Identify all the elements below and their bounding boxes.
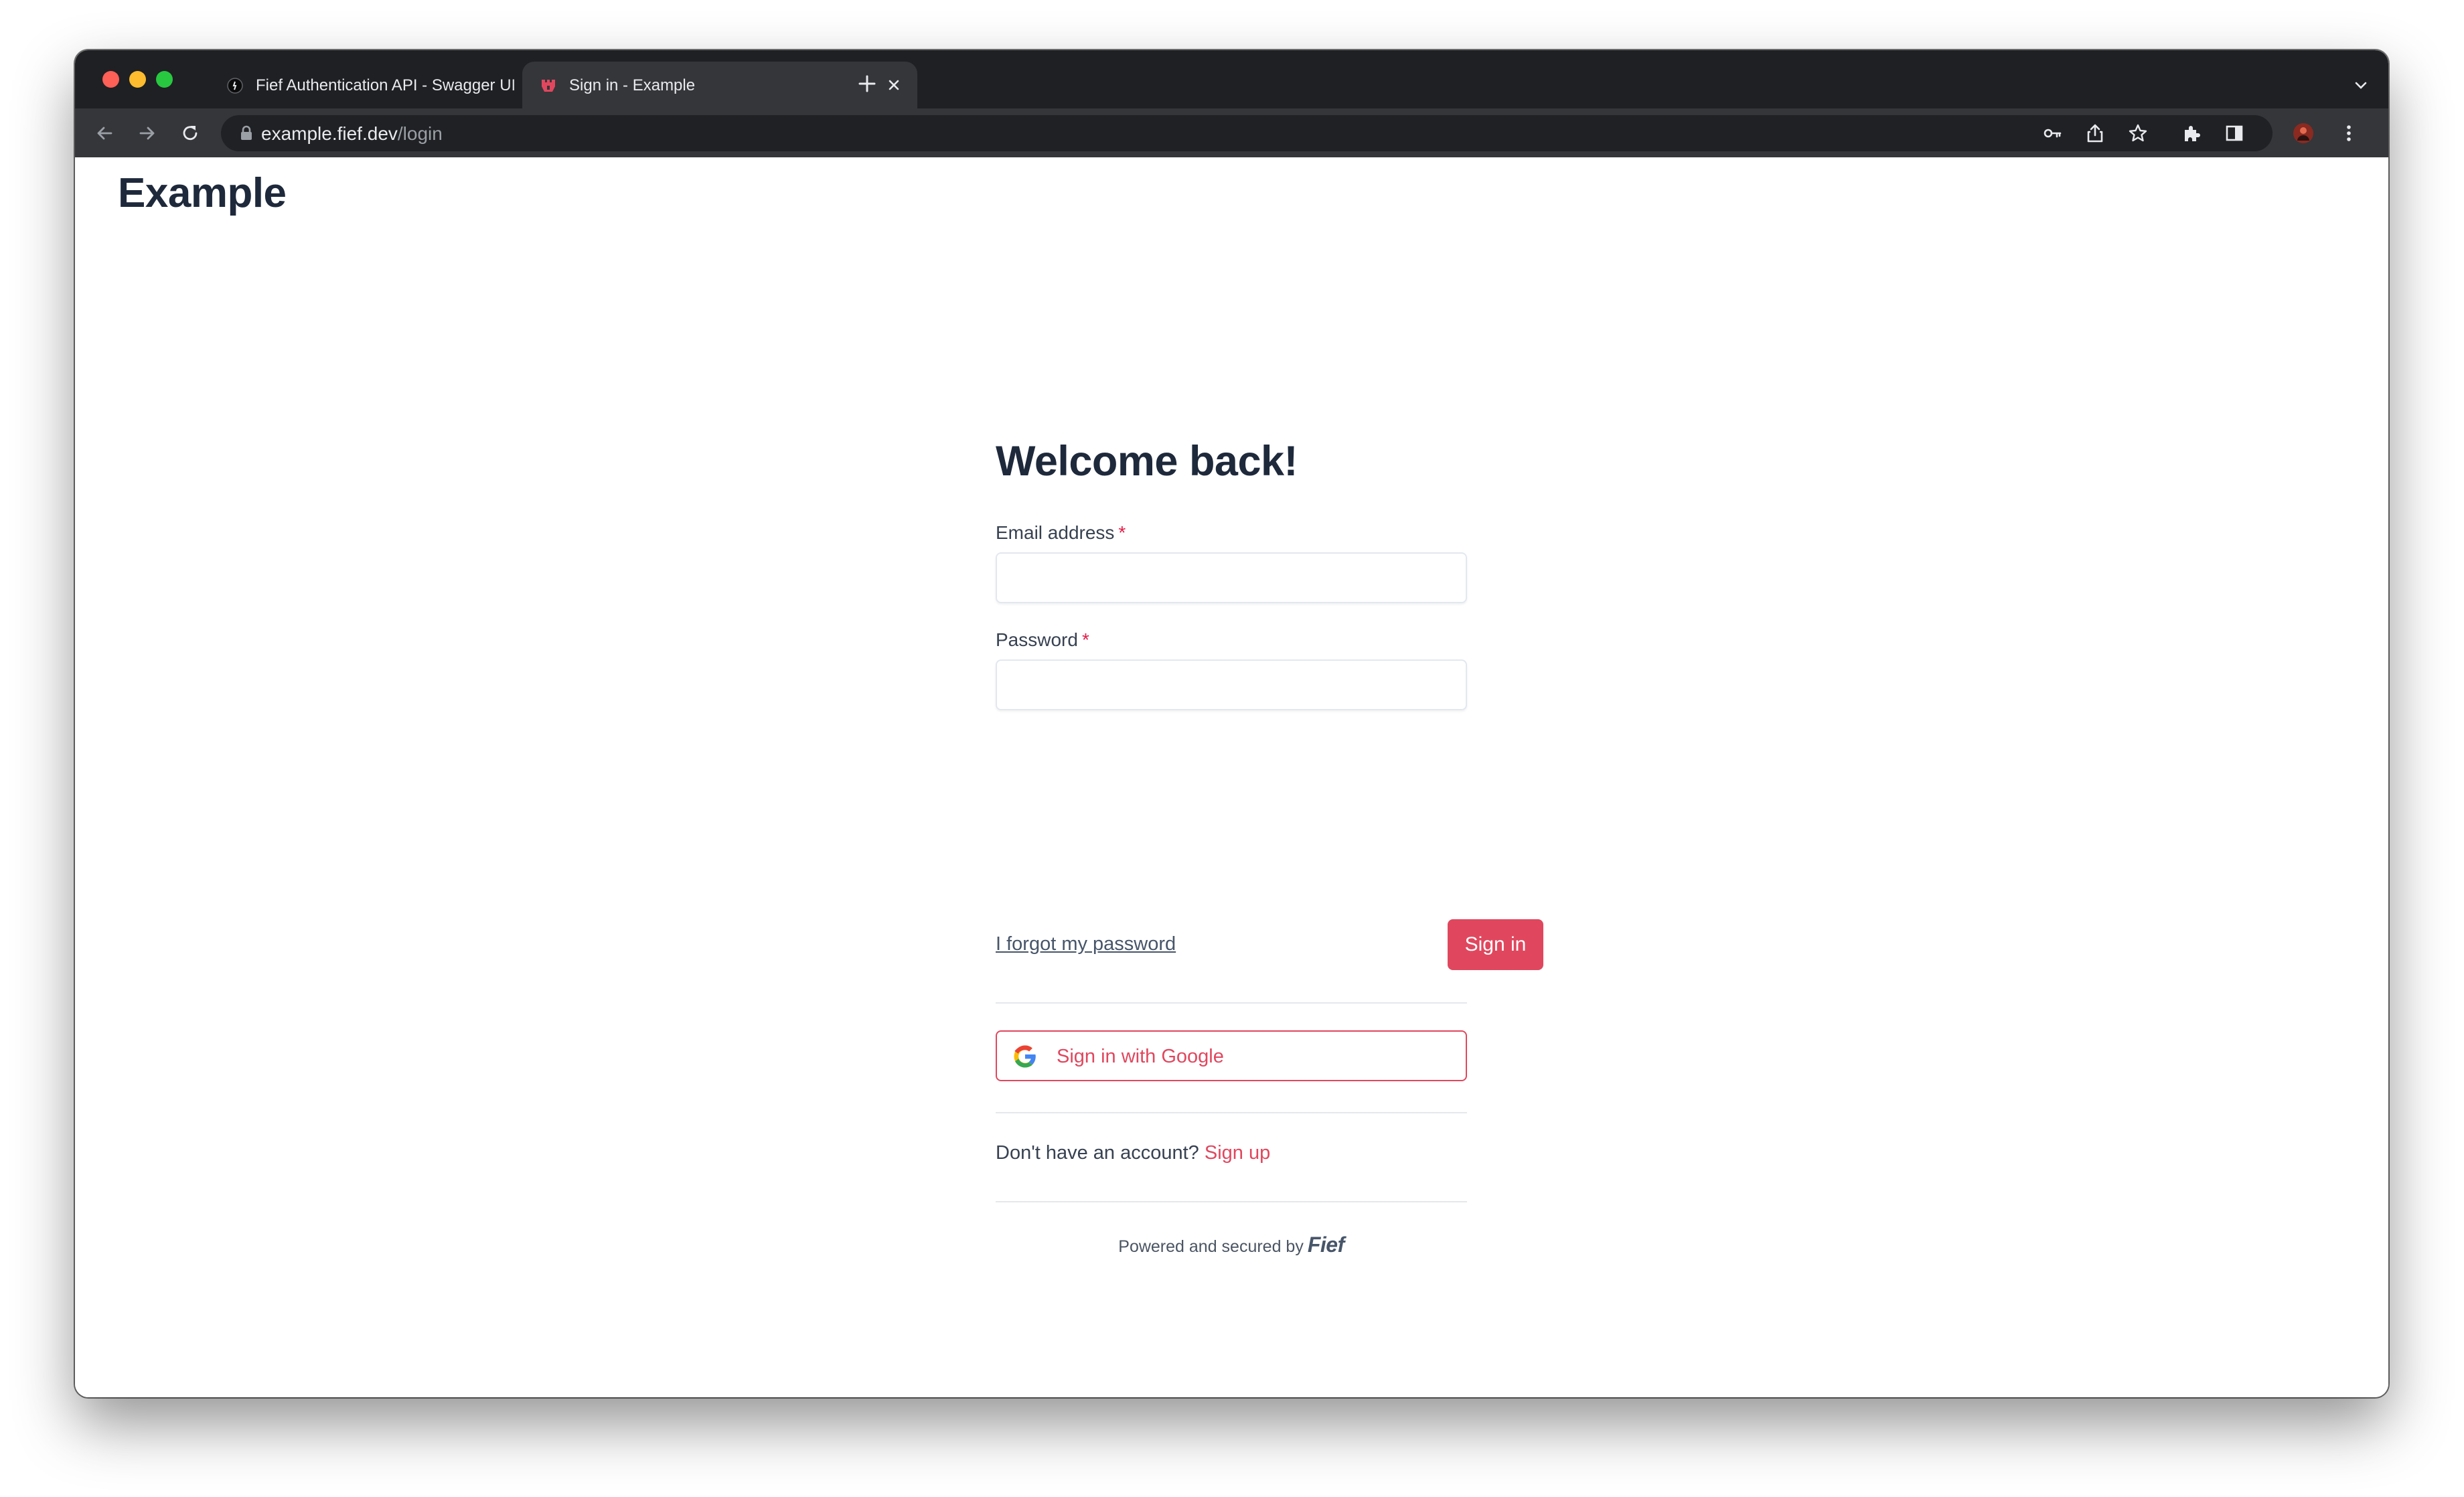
site-title: Example [118,170,287,216]
address-bar[interactable]: example.fief.dev/login [221,115,2273,151]
email-label-text: Email address [996,522,1115,543]
url-text[interactable]: example.fief.dev/login [261,123,443,145]
tab-title: Fief Authentication API - Swagger UI [256,76,516,94]
bookmark-star-icon[interactable] [2128,123,2148,143]
url-path: /login [397,123,443,144]
share-icon[interactable] [2085,123,2105,143]
fief-logo[interactable]: Fief [1308,1233,1344,1257]
password-label: Password * [996,629,1089,651]
google-sign-in-button[interactable]: Sign in with Google [996,1030,1467,1081]
swagger-favicon-icon [227,78,243,94]
signup-prompt-text: Don't have an account? [996,1142,1199,1164]
reload-icon[interactable] [179,123,201,144]
fief-favicon-icon [542,80,555,92]
page-content: Example Welcome back! Email address * Pas… [75,157,2388,1397]
email-label: Email address * [996,522,1126,544]
signup-prompt: Don't have an account? Sign up [996,1142,1270,1164]
tab-search-chevron-icon[interactable] [2354,78,2368,92]
password-field[interactable] [996,659,1467,710]
forgot-password-link[interactable]: I forgot my password [996,933,1176,955]
divider [996,1201,1467,1202]
required-marker: * [1118,522,1126,543]
required-marker: * [1081,629,1089,650]
new-tab-icon[interactable] [857,74,877,94]
google-button-label: Sign in with Google [1057,1046,1224,1067]
footer-text: Powered and secured by [1118,1237,1304,1256]
profile-avatar[interactable] [2293,123,2314,144]
divider [996,1002,1467,1004]
back-arrow-icon[interactable] [94,123,115,144]
password-label-text: Password [996,629,1078,650]
url-domain: example.fief.dev [261,123,398,144]
sign-in-button[interactable]: Sign in [1448,919,1543,970]
browser-toolbar: example.fief.dev/login [75,108,2388,159]
side-panel-icon[interactable] [2224,123,2244,143]
more-menu-icon[interactable] [2338,123,2360,144]
browser-window: Fief Authentication API - Swagger UI Sig… [75,50,2388,1397]
extensions-puzzle-icon[interactable] [2181,123,2202,143]
close-window-button[interactable] [102,71,119,88]
close-tab-icon[interactable] [885,76,903,94]
forward-arrow-icon[interactable] [137,123,158,144]
key-icon[interactable] [2042,123,2062,143]
tab-strip: Fief Authentication API - Swagger UI Sig… [75,50,2388,108]
sign-up-link[interactable]: Sign up [1205,1142,1270,1164]
google-logo-icon [1014,1045,1036,1068]
tab-title: Sign in - Example [569,76,696,94]
lock-icon[interactable] [240,125,253,141]
divider [996,1112,1467,1113]
minimize-window-button[interactable] [129,71,146,88]
footer: Powered and secured by Fief [996,1233,1467,1257]
maximize-window-button[interactable] [156,71,173,88]
email-field[interactable] [996,552,1467,603]
page-heading: Welcome back! [996,438,1298,485]
